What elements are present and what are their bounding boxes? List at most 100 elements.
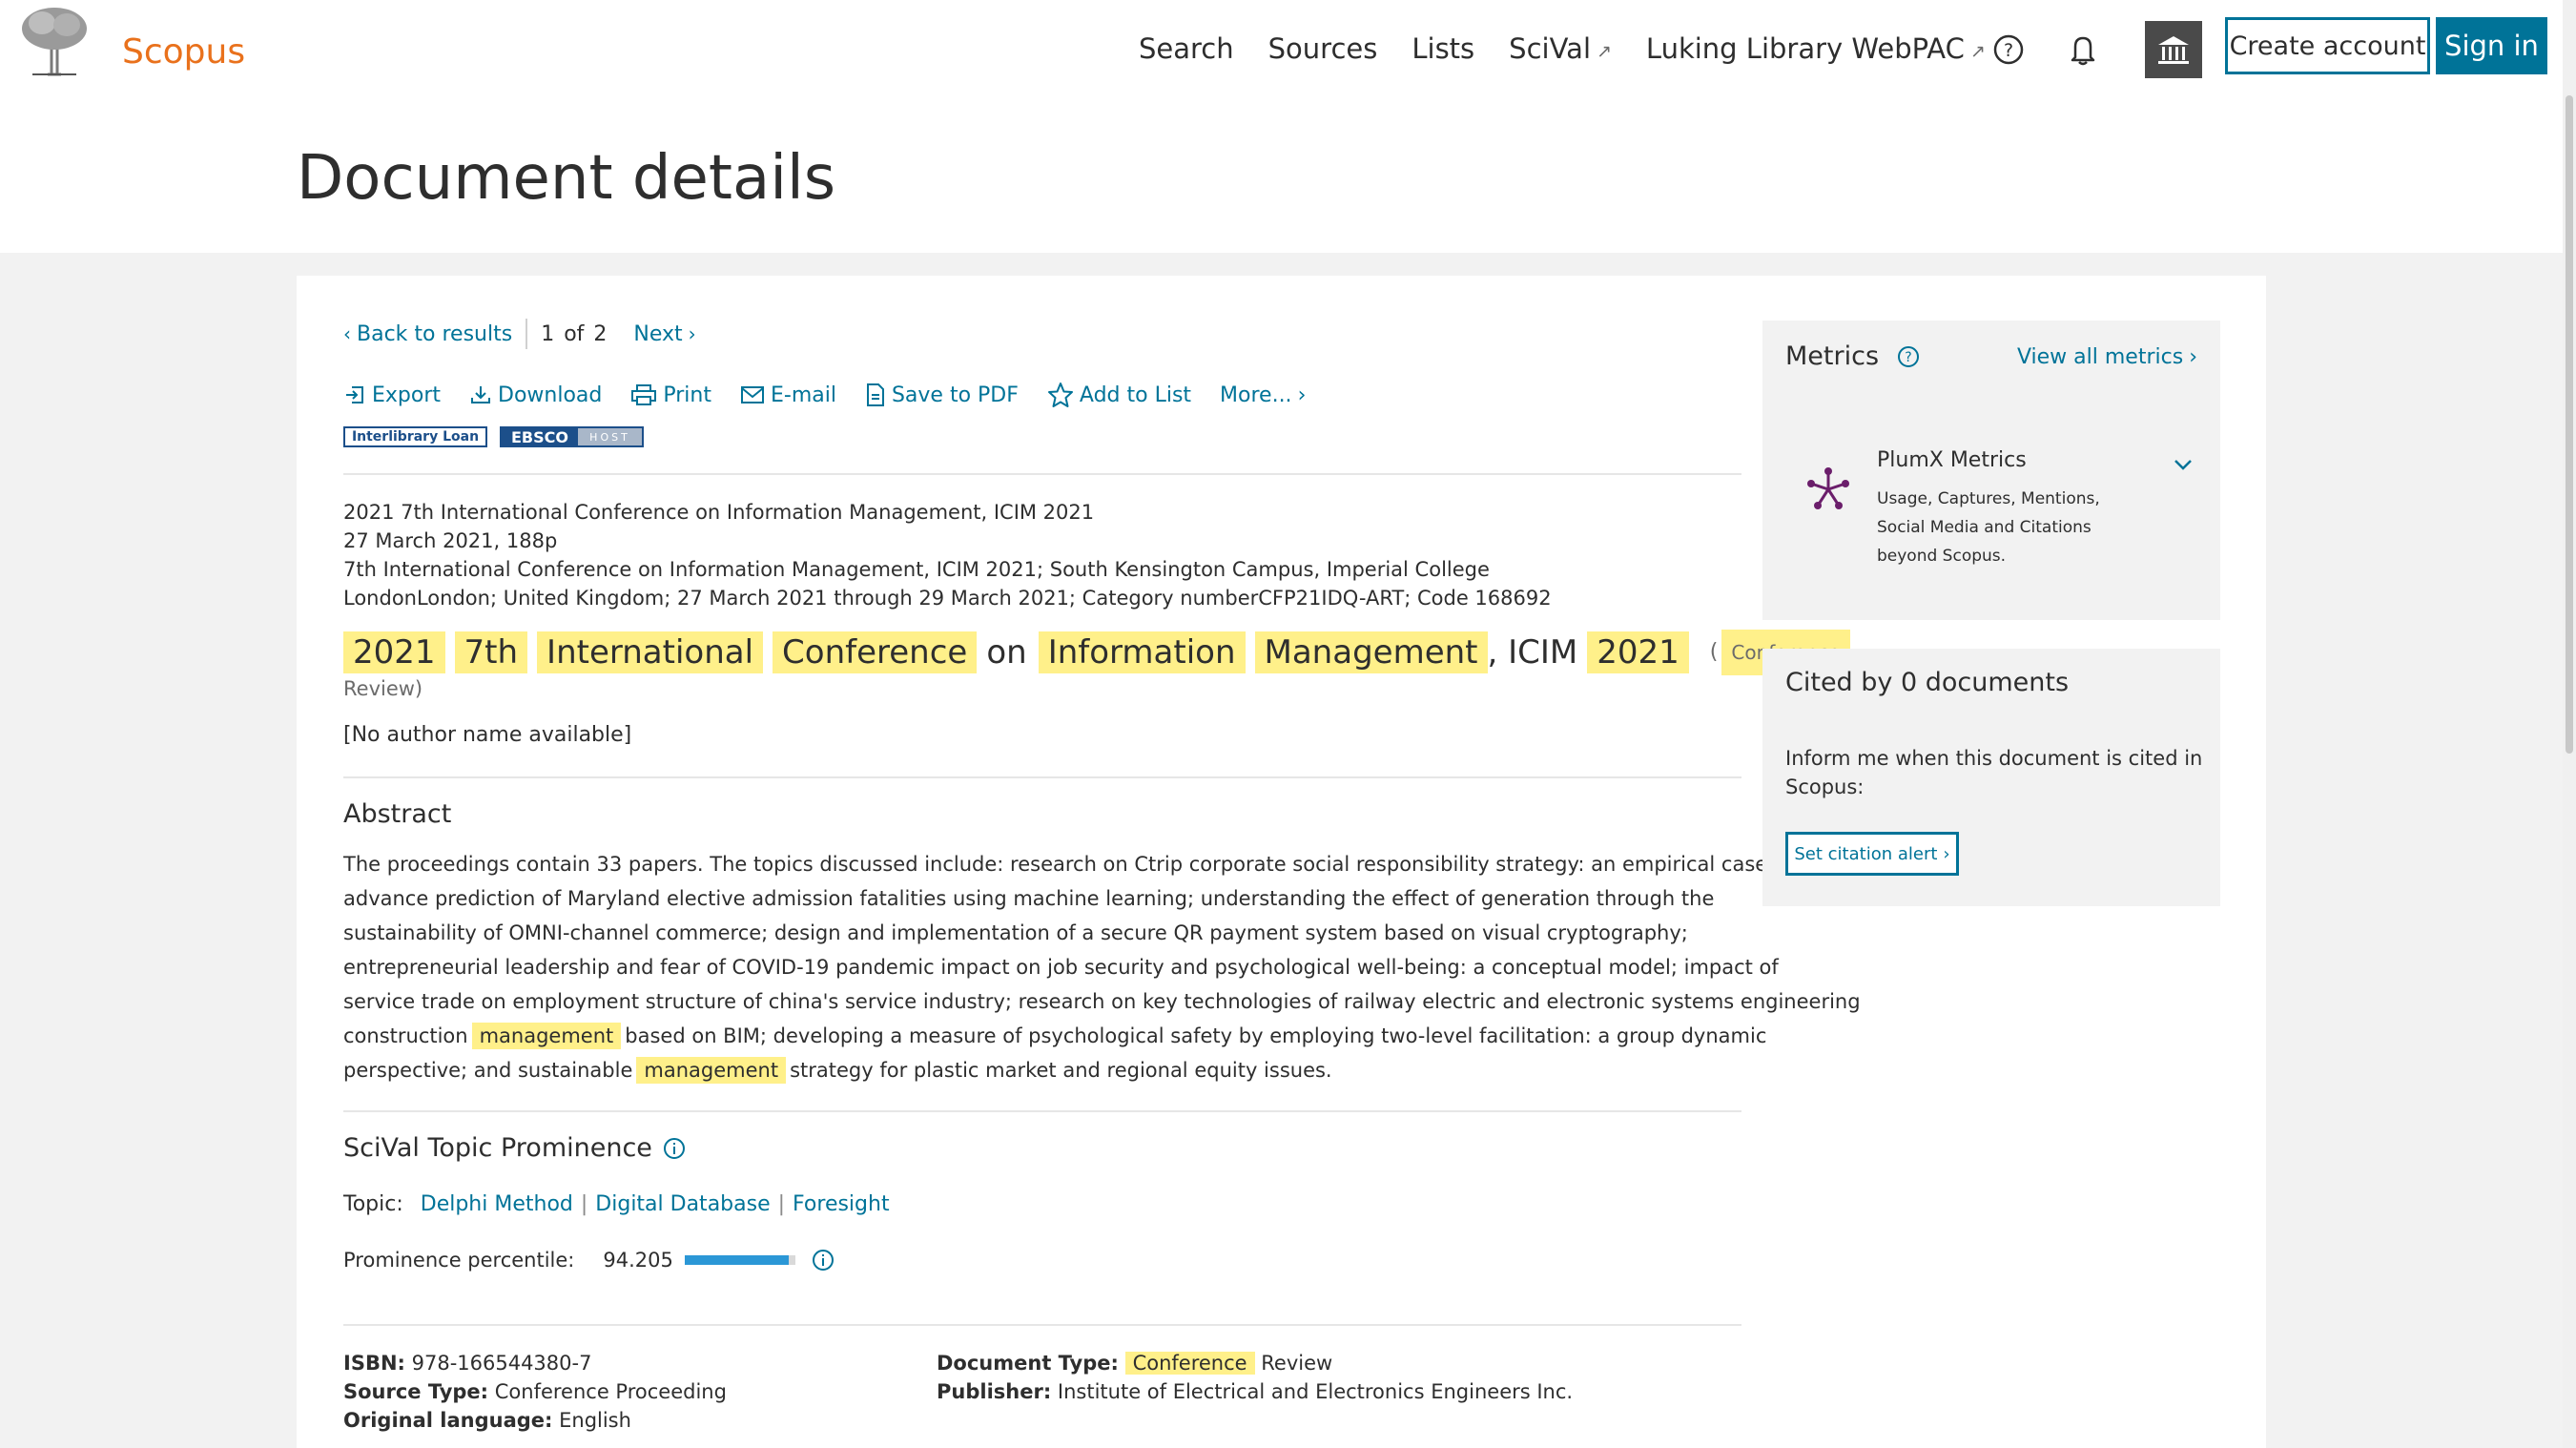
abstract-text: construction (343, 1024, 468, 1047)
doc-type-value: Review (1261, 1352, 1333, 1375)
export-button[interactable]: Export (343, 383, 441, 407)
sign-in-button[interactable]: Sign in (2436, 17, 2547, 74)
export-label[interactable]: Export (372, 383, 441, 407)
topic-separator: | (580, 1192, 588, 1216)
doc-type-row: Document Type: Conference Review (937, 1349, 1573, 1377)
divider (343, 776, 1741, 778)
save-to-pdf-label[interactable]: Save to PDF (892, 383, 1019, 407)
info-icon[interactable] (662, 1136, 687, 1161)
ebsco-host-logo[interactable]: EBSCO HOST (500, 426, 644, 447)
nav-library-label[interactable]: Luking Library WebPAC (1646, 32, 1965, 65)
view-all-metrics-label[interactable]: View all metrics (2017, 345, 2183, 369)
title-word: , ICIM (1487, 633, 1578, 672)
nav-sources[interactable]: Sources (1268, 32, 1378, 65)
cited-by-text-line: Inform me when this document is cited in (1785, 747, 2203, 770)
pager-total: 2 (593, 321, 608, 346)
add-to-list-button[interactable]: Add to List (1047, 382, 1191, 408)
nav-sources-label[interactable]: Sources (1268, 32, 1378, 65)
source-type-value: Conference Proceeding (494, 1380, 727, 1403)
svg-text:?: ? (2004, 40, 2013, 61)
scrollbar[interactable] (2563, 0, 2576, 1448)
interlibrary-loan-logo[interactable]: Interlibrary Loan (343, 426, 487, 447)
language-row: Original language: English (343, 1406, 727, 1435)
help-icon[interactable]: ? (1989, 31, 2028, 69)
ebsco-logo-text: EBSCO (502, 428, 578, 446)
more-button[interactable]: More... › (1220, 383, 1306, 407)
set-citation-alert-label[interactable]: Set citation alert (1794, 844, 1937, 864)
chevron-right-icon: › (1943, 843, 1950, 864)
view-all-metrics-link[interactable]: View all metrics › (2017, 345, 2197, 369)
title-word: Conference (773, 631, 978, 673)
scival-heading-text: SciVal Topic Prominence (343, 1133, 652, 1163)
conference-location: LondonLondon; United Kingdom; 27 March 2… (343, 587, 1552, 610)
topic-link[interactable]: Delphi Method (421, 1192, 573, 1216)
brand[interactable]: Scopus (13, 4, 245, 78)
nav-search[interactable]: Search (1139, 32, 1234, 65)
title-word: 2021 (343, 631, 445, 673)
topic-label: Topic: (343, 1192, 403, 1216)
scrollbar-thumb[interactable] (2566, 95, 2573, 754)
prominence-bar (684, 1255, 795, 1265)
print-label[interactable]: Print (663, 383, 711, 407)
back-to-results-link[interactable]: ‹ Back to results (343, 322, 512, 346)
header: Scopus Search Sources Lists SciVal ↗ Luki… (0, 0, 2576, 253)
divider (526, 319, 528, 349)
chevron-down-icon[interactable] (2173, 458, 2194, 471)
plumx-description: Usage, Captures, Mentions, Social Media … (1877, 485, 2100, 570)
nav-scival-label[interactable]: SciVal (1509, 32, 1591, 65)
bell-icon[interactable] (2064, 31, 2102, 69)
star-icon (1047, 383, 1073, 407)
abstract-line: service trade on employment structure of… (343, 990, 1861, 1013)
document-actions: Export Download Print E-mail Save to PDF… (343, 382, 1334, 408)
metrics-title: Metrics (1785, 341, 1880, 371)
nav-lists-label[interactable]: Lists (1412, 32, 1474, 65)
nav-scival[interactable]: SciVal ↗ (1509, 32, 1612, 65)
chevron-right-icon: › (688, 322, 696, 345)
nav-search-label[interactable]: Search (1139, 32, 1234, 65)
results-pager: ‹ Back to results 1 of 2 Next › (343, 319, 696, 349)
plumx-icon (1807, 467, 1849, 509)
abstract-text: perspective; and sustainable (343, 1059, 633, 1082)
doc-type-paren: ( (1709, 640, 1719, 664)
abstract-line: advance prediction of Maryland elective … (343, 887, 1715, 910)
nav-lists[interactable]: Lists (1412, 32, 1474, 65)
more-label[interactable]: More... (1220, 383, 1292, 407)
topic-link[interactable]: Digital Database (595, 1192, 770, 1216)
download-label[interactable]: Download (498, 383, 602, 407)
publisher-value: Institute of Electrical and Electronics … (1057, 1380, 1574, 1403)
document-title: 2021 7th International Conference on Inf… (343, 630, 1850, 675)
topic-row: Topic: Delphi Method | Digital Database … (343, 1192, 890, 1216)
isbn-label: ISBN: (343, 1352, 405, 1375)
abstract-line: entrepreneurial leadership and fear of C… (343, 956, 1779, 979)
abstract-line: construction management based on BIM; deve… (343, 1019, 1766, 1053)
add-to-list-label[interactable]: Add to List (1080, 383, 1191, 407)
abstract-line: perspective; and sustainable management st… (343, 1053, 1741, 1087)
print-button[interactable]: Print (630, 383, 711, 407)
svg-text:?: ? (1905, 350, 1911, 365)
elsevier-logo-icon (13, 4, 95, 78)
info-icon[interactable] (811, 1248, 835, 1272)
download-button[interactable]: Download (469, 383, 602, 407)
title-word: Management (1254, 631, 1488, 673)
save-to-pdf-button[interactable]: Save to PDF (865, 383, 1019, 407)
source-type-row: Source Type: Conference Proceeding (343, 1377, 727, 1406)
divider (343, 473, 1741, 475)
metadata-left: ISBN: 978-166544380-7 Source Type: Confe… (343, 1349, 727, 1435)
source-type-label: Source Type: (343, 1380, 489, 1403)
next-label[interactable]: Next (633, 322, 682, 346)
next-link[interactable]: Next › (633, 322, 695, 346)
nav-library-webpac[interactable]: Luking Library WebPAC ↗ (1646, 32, 1986, 65)
topic-link[interactable]: Foresight (793, 1192, 890, 1216)
create-account-button[interactable]: Create account (2225, 17, 2430, 74)
scopus-logo-text[interactable]: Scopus (122, 32, 245, 72)
abstract-text: strategy for plastic market and regional… (790, 1059, 1332, 1082)
back-to-results-label[interactable]: Back to results (357, 322, 512, 346)
cited-by-title: Cited by 0 documents (1785, 668, 2070, 697)
institution-icon[interactable] (2145, 21, 2202, 78)
set-citation-alert-button[interactable]: Set citation alert › (1785, 832, 1959, 876)
print-icon (631, 384, 657, 405)
email-label[interactable]: E-mail (771, 383, 836, 407)
abstract-heading: Abstract (343, 799, 452, 829)
email-button[interactable]: E-mail (740, 383, 836, 407)
help-icon[interactable]: ? (1896, 344, 1921, 369)
